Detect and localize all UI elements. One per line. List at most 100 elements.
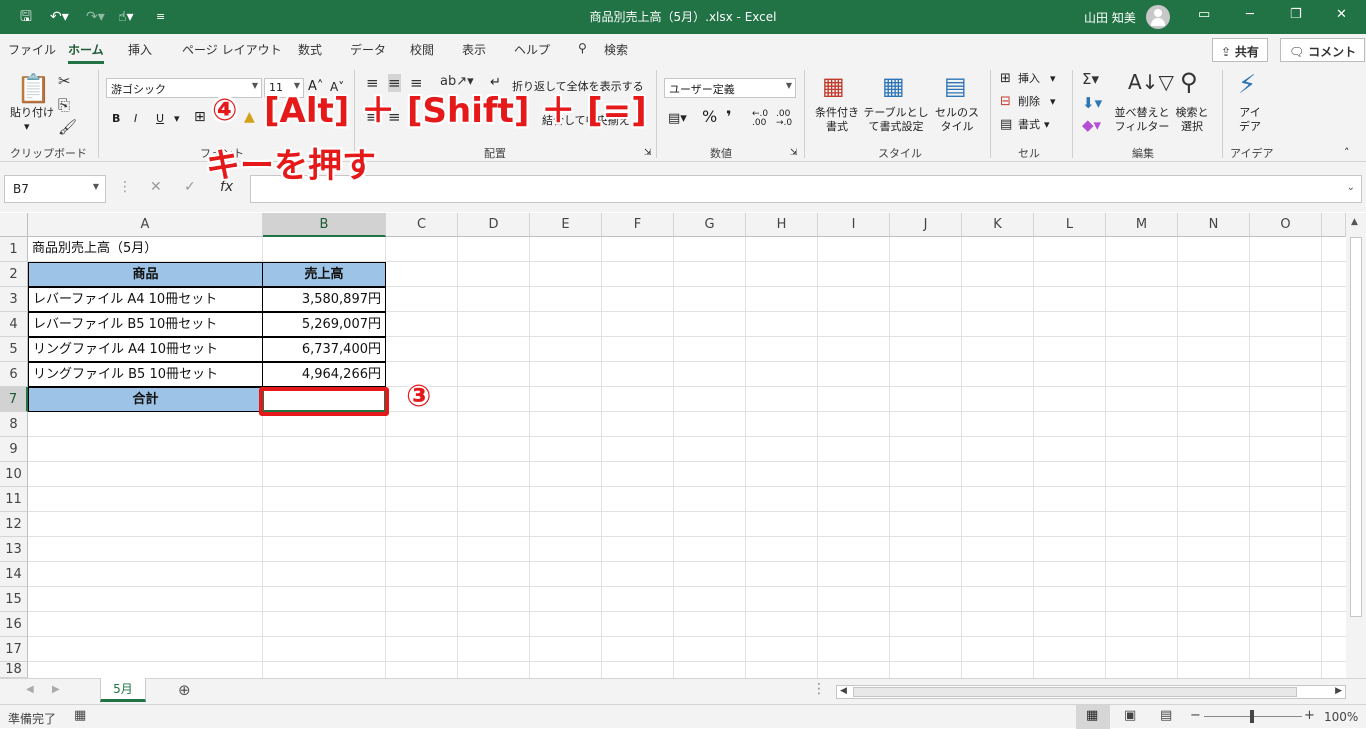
format-dropdown-icon[interactable]: ▾ — [1044, 118, 1050, 132]
column-header-n[interactable]: N — [1178, 213, 1250, 237]
formula-input[interactable]: ⌄ — [250, 175, 1362, 203]
add-sheet-icon[interactable]: ⊕ — [178, 681, 191, 699]
sales-cell[interactable]: 5,269,007円 — [262, 312, 386, 337]
currency-icon[interactable]: ▤▾ — [668, 112, 687, 126]
delete-cells-icon[interactable]: ⊟ — [1000, 95, 1011, 109]
page-layout-view-icon[interactable]: ▣ — [1124, 708, 1136, 723]
align-bottom-icon[interactable]: ≡ — [410, 74, 423, 92]
format-cells-icon[interactable]: ▤ — [1000, 118, 1012, 132]
avatar[interactable] — [1146, 5, 1170, 29]
sales-cell[interactable]: 4,964,266円 — [262, 362, 386, 387]
delete-cells-button[interactable]: 削除 — [1018, 95, 1040, 109]
product-cell[interactable]: レバーファイル A4 10冊セット — [28, 287, 263, 312]
fill-icon[interactable]: ⬇▾ — [1082, 94, 1102, 112]
tab-file[interactable]: ファイル — [8, 41, 56, 58]
search-icon[interactable]: ⚲ — [578, 41, 587, 55]
tab-formulas[interactable]: 数式 — [298, 41, 322, 58]
column-header-i[interactable]: I — [818, 213, 890, 237]
product-cell[interactable]: リングファイル A4 10冊セット — [28, 337, 263, 362]
align-middle-icon[interactable]: ≡ — [388, 74, 401, 92]
sheet-title-cell[interactable]: 商品別売上高（5月） — [28, 237, 328, 262]
zoom-in-icon[interactable]: + — [1304, 708, 1315, 723]
tab-data[interactable]: データ — [350, 41, 386, 58]
restore-icon[interactable]: ❐ — [1290, 7, 1302, 22]
alignment-launcher-icon[interactable]: ⇲ — [644, 146, 652, 160]
product-cell[interactable]: レバーファイル B5 10冊セット — [28, 312, 263, 337]
ideas-button[interactable]: アイデア — [1238, 106, 1262, 134]
row-header[interactable]: 11 — [0, 487, 28, 512]
tab-search[interactable]: 検索 — [604, 41, 628, 58]
collapse-ribbon-icon[interactable]: ˄ — [1344, 146, 1350, 160]
vertical-scroll-thumb[interactable] — [1350, 237, 1362, 617]
row-header[interactable]: 9 — [0, 437, 28, 462]
format-painter-icon[interactable]: 🖌 — [58, 118, 77, 136]
column-header-d[interactable]: D — [458, 213, 530, 237]
column-header-a[interactable]: A — [28, 213, 263, 237]
minimize-icon[interactable]: ─ — [1246, 7, 1254, 22]
product-cell[interactable]: リングファイル B5 10冊セット — [28, 362, 263, 387]
cell-styles-button[interactable]: セルのスタイル — [932, 106, 982, 134]
column-header-o[interactable]: O — [1250, 213, 1322, 237]
horizontal-scroll-thumb[interactable] — [853, 687, 1297, 697]
zoom-level[interactable]: 100% — [1324, 710, 1358, 724]
tab-page-layout[interactable]: ページ レイアウト — [182, 41, 282, 58]
share-button[interactable]: ⇪ 共有 — [1212, 38, 1268, 62]
row-header[interactable]: 14 — [0, 562, 28, 587]
column-header-g[interactable]: G — [674, 213, 746, 237]
column-header-l[interactable]: L — [1034, 213, 1106, 237]
sort-filter-button[interactable]: 並べ替えとフィルター — [1114, 106, 1170, 134]
header-sales-cell[interactable]: 売上高 — [262, 262, 386, 287]
number-format-select[interactable]: ユーザー定義 ▼ — [664, 78, 796, 98]
row-header[interactable]: 17 — [0, 637, 28, 662]
row-header[interactable]: 15 — [0, 587, 28, 612]
column-header-j[interactable]: J — [890, 213, 962, 237]
row-header[interactable]: 4 — [0, 312, 28, 337]
decrease-decimal-icon[interactable]: .00 →.0 — [776, 110, 792, 128]
user-name[interactable]: 山田 知美 — [1084, 9, 1136, 26]
row-header[interactable]: 2 — [0, 262, 28, 287]
next-sheet-icon[interactable]: ▶ — [52, 684, 60, 695]
scroll-up-icon[interactable]: ▲ — [1351, 217, 1358, 227]
row-header[interactable]: 18 — [0, 662, 28, 678]
row-header[interactable]: 5 — [0, 337, 28, 362]
row-header[interactable]: 1 — [0, 237, 28, 262]
conditional-format-button[interactable]: 条件付き書式 — [812, 106, 862, 134]
percent-icon[interactable]: % — [702, 109, 717, 125]
header-product-cell[interactable]: 商品 — [28, 262, 263, 287]
row-header[interactable]: 6 — [0, 362, 28, 387]
delete-dropdown-icon[interactable]: ▾ — [1050, 95, 1056, 109]
row-header[interactable]: 7 — [0, 387, 28, 412]
ribbon-display-icon[interactable]: ▭ — [1198, 7, 1210, 22]
paste-dropdown-icon[interactable]: ▾ — [24, 120, 30, 134]
copy-icon[interactable]: ⎘ — [58, 96, 70, 114]
format-as-table-icon[interactable]: ▦ — [882, 72, 905, 100]
row-header[interactable]: 13 — [0, 537, 28, 562]
autosum-icon[interactable]: Σ▾ — [1082, 70, 1099, 88]
insert-dropdown-icon[interactable]: ▾ — [1050, 72, 1056, 86]
comment-button[interactable]: 🗨 コメント — [1280, 38, 1366, 62]
format-as-table-button[interactable]: テーブルとして書式設定 — [862, 106, 930, 134]
column-header-b[interactable]: B — [263, 213, 386, 237]
ideas-icon[interactable]: ⚡ — [1238, 70, 1256, 100]
clear-icon[interactable]: ◆▾ — [1082, 116, 1101, 134]
format-cells-button[interactable]: 書式 — [1018, 118, 1040, 132]
align-top-icon[interactable]: ≡ — [366, 74, 379, 92]
number-launcher-icon[interactable]: ⇲ — [790, 146, 798, 160]
sheet-tab-may[interactable]: 5月 — [100, 678, 146, 702]
italic-button[interactable]: I — [134, 112, 137, 126]
column-header-c[interactable]: C — [386, 213, 458, 237]
borders-icon[interactable]: ⊞ — [194, 110, 206, 124]
page-break-view-icon[interactable]: ▤ — [1160, 708, 1172, 723]
cut-icon[interactable]: ✂ — [58, 72, 71, 90]
comma-style-icon[interactable]: ❜ — [726, 109, 732, 125]
find-select-button[interactable]: 検索と選択 — [1172, 106, 1212, 134]
wrap-text-icon[interactable]: ↵ — [490, 76, 501, 90]
insert-cells-icon[interactable]: ⊞ — [1000, 72, 1011, 86]
enter-icon[interactable]: ✓ — [184, 179, 196, 195]
tab-insert[interactable]: 挿入 — [128, 41, 152, 58]
row-header[interactable]: 12 — [0, 512, 28, 537]
sales-cell[interactable]: 6,737,400円 — [262, 337, 386, 362]
close-icon[interactable]: ✕ — [1336, 7, 1347, 22]
split-handle-icon[interactable]: ⋮ — [812, 681, 826, 697]
column-header-k[interactable]: K — [962, 213, 1034, 237]
